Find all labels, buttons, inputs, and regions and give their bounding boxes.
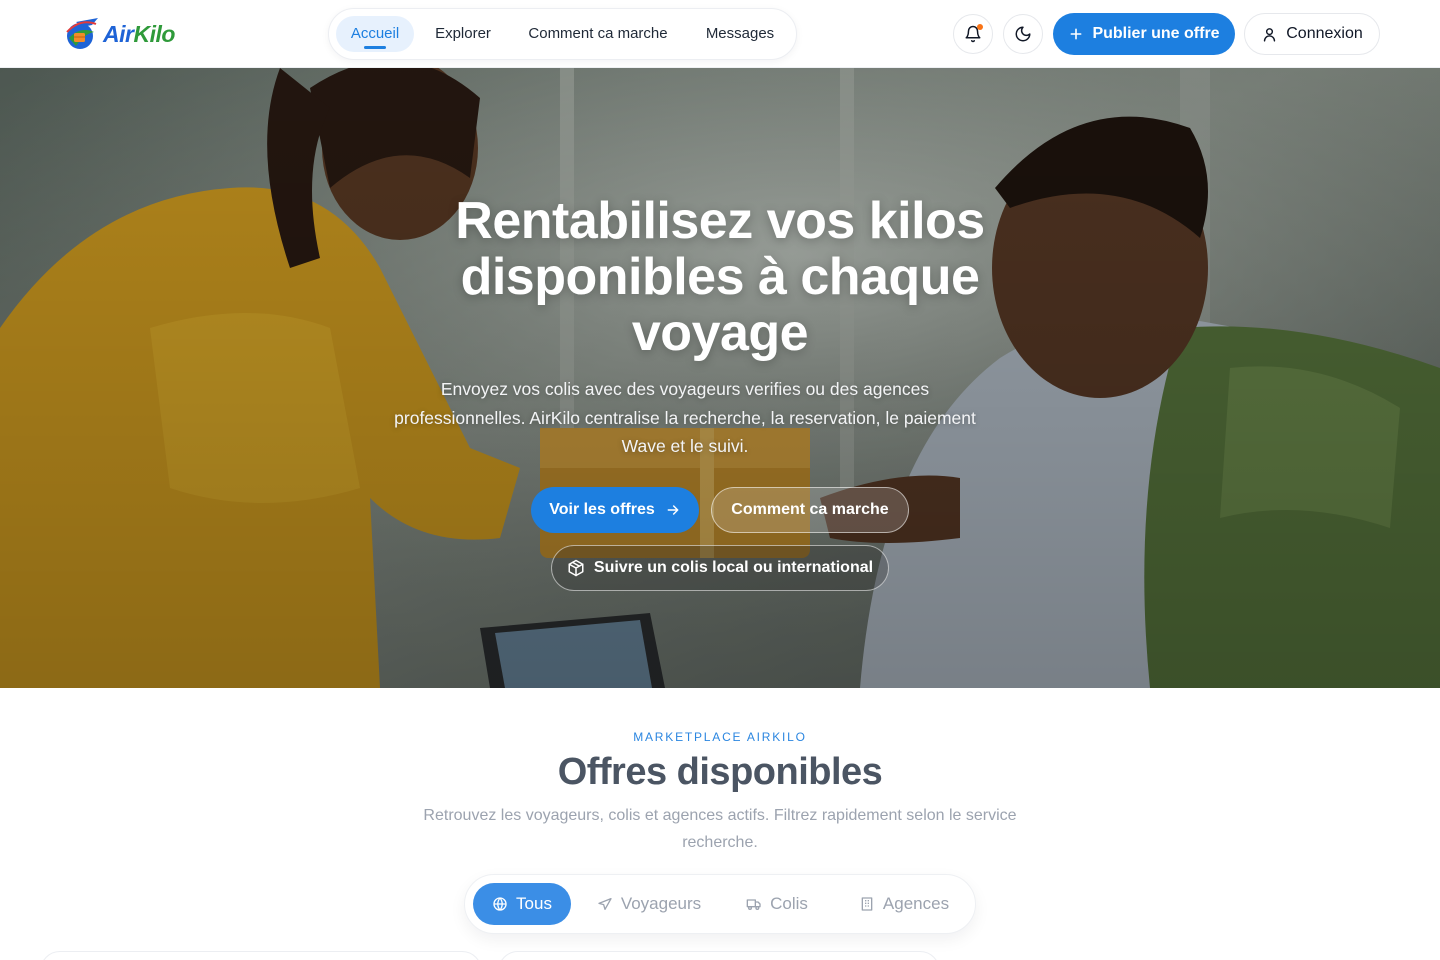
offer-filter-tabs: Tous Voyageurs Colis Agences [464, 874, 976, 934]
section-subtitle: Retrouvez les voyageurs, colis et agence… [423, 807, 1017, 851]
track-parcel-label: Suivre un colis local ou international [593, 559, 874, 576]
notifications-button[interactable] [953, 14, 993, 54]
nav-item-label: Explorer [435, 25, 491, 42]
view-offers-label: Voir les offres [549, 501, 655, 518]
package-icon [568, 559, 584, 577]
filter-tab-voyageurs[interactable]: Voyageurs [587, 883, 711, 925]
arrow-right-icon [667, 505, 679, 515]
truck-icon [746, 899, 761, 910]
filter-tab-label: Agences [882, 894, 950, 913]
section-title: Offres disponibles [557, 751, 883, 793]
nav-item-label: Messages [705, 25, 775, 42]
user-icon [1264, 27, 1276, 42]
filter-tab-label: Voyageurs [620, 894, 702, 913]
offer-card[interactable] [40, 951, 482, 960]
top-navbar: AirKilo Accueil Explorer Comment ca marc… [0, 0, 1440, 68]
active-indicator [364, 46, 386, 49]
nav-item-label: Comment ca marche [528, 25, 668, 42]
track-parcel-button[interactable]: Suivre un colis local ou international [551, 545, 889, 591]
login-button[interactable]: Connexion [1244, 13, 1380, 55]
publish-offer-button[interactable]: Publier une offre [1053, 13, 1235, 55]
nav-item-explorer[interactable]: Explorer [423, 16, 503, 52]
airkilo-logo-icon [66, 18, 98, 49]
globe-icon [493, 897, 507, 911]
theme-toggle-button[interactable] [1003, 14, 1043, 54]
section-eyebrow: MARKETPLACE AIRKILO [633, 730, 807, 744]
publish-offer-label: Publier une offre [1092, 25, 1220, 42]
filter-tab-label: Tous [516, 894, 552, 913]
how-it-works-button[interactable]: Comment ca marche [711, 487, 909, 533]
filter-tab-agences[interactable]: Agences [845, 883, 963, 925]
offer-card[interactable] [498, 951, 940, 960]
main-nav: Accueil Explorer Comment ca marche Messa… [328, 8, 797, 60]
moon-icon [1015, 26, 1031, 42]
login-label: Connexion [1286, 25, 1363, 42]
brand-name: AirKilo [103, 20, 175, 47]
nav-item-accueil[interactable]: Accueil [336, 16, 414, 52]
filter-tab-label: Colis [770, 894, 808, 913]
airkilo-logo[interactable]: AirKilo [62, 16, 175, 52]
hero-subtitle: Envoyez vos colis avec des voyageurs ver… [394, 379, 976, 456]
building-icon [861, 897, 873, 911]
filter-tab-tous[interactable]: Tous [473, 883, 571, 925]
plane-icon [598, 898, 612, 910]
filter-tab-colis[interactable]: Colis [737, 883, 817, 925]
nav-item-label: Accueil [350, 25, 400, 42]
hero-title: Rentabilisez vos kilos disponibles à cha… [455, 192, 985, 362]
nav-item-comment-ca-marche[interactable]: Comment ca marche [515, 16, 681, 52]
view-offers-button[interactable]: Voir les offres [531, 487, 699, 533]
nav-item-messages[interactable]: Messages [693, 16, 787, 52]
plus-icon [1070, 28, 1082, 40]
notification-dot [977, 24, 983, 30]
how-it-works-label: Comment ca marche [731, 501, 889, 518]
hero-section: Rentabilisez vos kilos disponibles à cha… [0, 68, 1440, 688]
